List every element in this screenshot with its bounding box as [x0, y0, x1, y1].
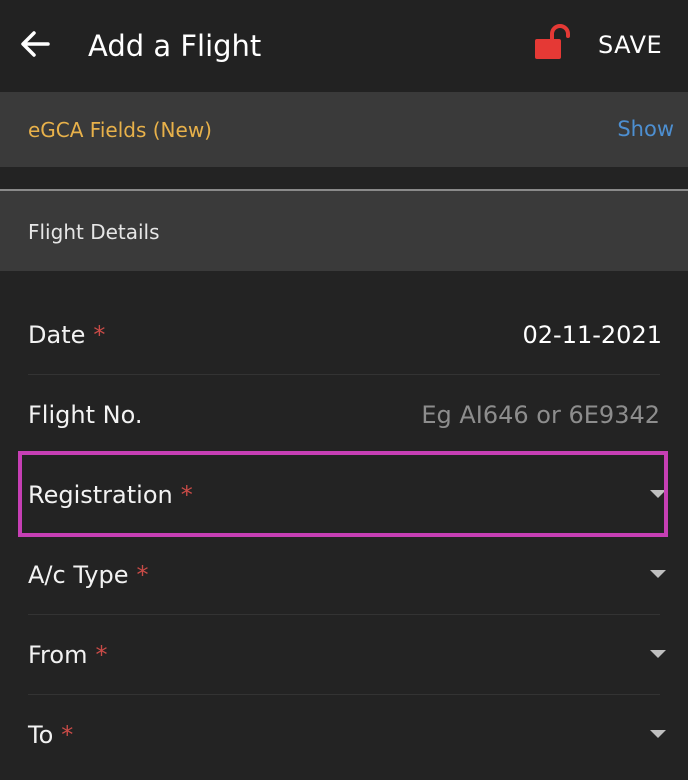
registration-dropdown[interactable]: Registration * — [0, 455, 688, 535]
dropdown-arrow-icon — [650, 570, 666, 578]
unlock-icon — [535, 24, 570, 59]
egca-fields-bar: eGCA Fields (New) Show — [0, 92, 688, 167]
lock-toggle-button[interactable] — [532, 22, 576, 66]
save-button[interactable]: SAVE — [598, 28, 662, 62]
field-label: From * — [28, 641, 108, 669]
field-label: A/c Type * — [28, 561, 149, 589]
egca-fields-label: eGCA Fields (New) — [28, 118, 212, 142]
field-label: Date * — [28, 321, 106, 349]
dropdown-arrow-icon — [650, 490, 666, 498]
section-title: Flight Details — [28, 220, 160, 244]
field-label: To * — [28, 721, 74, 749]
spacer — [0, 167, 688, 189]
egca-show-toggle[interactable]: Show — [617, 115, 674, 143]
field-label: Registration * — [28, 481, 193, 509]
app-bar: Add a Flight SAVE — [0, 0, 688, 92]
aircraft-type-dropdown[interactable]: A/c Type * — [0, 535, 688, 615]
date-field[interactable]: Date * 02-11-2021 — [0, 295, 688, 375]
field-label: Flight No. — [28, 401, 143, 429]
flight-number-field[interactable]: Flight No. Eg AI646 or 6E9342 — [0, 375, 688, 455]
page-title: Add a Flight — [88, 29, 262, 63]
arrow-left-icon — [21, 31, 50, 57]
required-marker: * — [93, 321, 106, 349]
required-marker: * — [180, 481, 193, 509]
date-value: 02-11-2021 — [522, 321, 662, 349]
required-marker: * — [95, 641, 108, 669]
section-header: Flight Details — [0, 191, 688, 271]
required-marker: * — [136, 561, 149, 589]
to-dropdown[interactable]: To * — [0, 695, 688, 775]
flight-number-placeholder: Eg AI646 or 6E9342 — [421, 401, 660, 429]
back-button[interactable] — [14, 22, 58, 66]
dropdown-arrow-icon — [650, 730, 666, 738]
required-marker: * — [61, 721, 74, 749]
dropdown-arrow-icon — [650, 650, 666, 658]
from-dropdown[interactable]: From * — [0, 615, 688, 695]
